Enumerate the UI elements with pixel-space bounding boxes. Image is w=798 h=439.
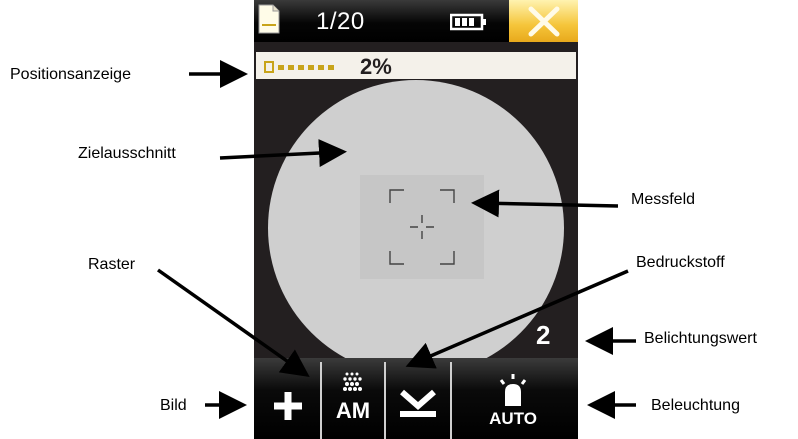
document-icon[interactable] xyxy=(258,4,280,34)
substrate-icon xyxy=(400,389,436,417)
plus-icon xyxy=(274,392,302,420)
target-view xyxy=(268,80,564,376)
measurement-field xyxy=(360,175,484,279)
position-percent: 2% xyxy=(360,54,392,79)
label-bild: Bild xyxy=(160,397,187,414)
image-button[interactable] xyxy=(254,358,320,439)
top-bar: 1/20 xyxy=(254,0,578,42)
page-counter: 1/20 xyxy=(316,8,365,35)
illumination-mode-label: AUTO xyxy=(489,409,537,428)
raster-button[interactable]: AM xyxy=(322,358,384,439)
label-beleuchtung: Beleuchtung xyxy=(651,397,740,414)
raster-icon xyxy=(343,372,362,391)
label-messfeld: Messfeld xyxy=(631,191,696,208)
label-belichtungswert: Belichtungswert xyxy=(644,330,757,347)
position-indicator-bar: 2% xyxy=(256,52,576,79)
label-positionsanzeige: Positionsanzeige xyxy=(10,66,131,83)
label-zielausschnitt: Zielausschnitt xyxy=(78,145,176,162)
illumination-button[interactable]: AUTO xyxy=(452,358,578,439)
crosshair-icon xyxy=(389,189,455,265)
label-bedruckstoff: Bedruckstoff xyxy=(636,254,725,271)
lamp-icon xyxy=(499,374,527,406)
bottom-toolbar: AM AUTO xyxy=(254,358,578,439)
substrate-button[interactable] xyxy=(386,358,450,439)
exposure-value: 2 xyxy=(536,320,551,350)
close-icon xyxy=(528,6,560,37)
raster-mode-label: AM xyxy=(335,398,371,423)
device-screen: 1/20 2% 2 AM AUTO xyxy=(254,0,578,439)
battery-icon xyxy=(450,13,486,31)
position-indicator xyxy=(264,61,334,73)
close-button[interactable] xyxy=(509,0,578,42)
label-raster: Raster xyxy=(88,256,136,273)
